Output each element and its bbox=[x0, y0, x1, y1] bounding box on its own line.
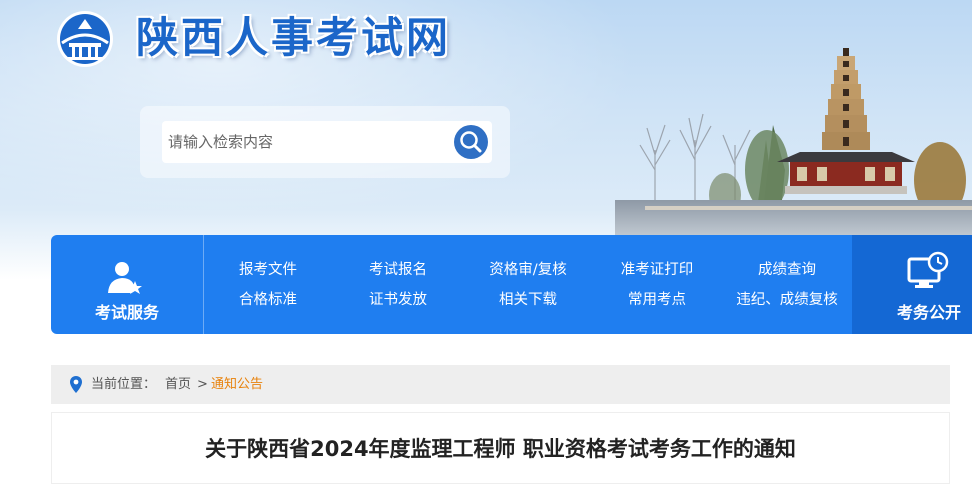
nav-link-violation-score-review[interactable]: 违纪、成绩复核 bbox=[736, 290, 838, 310]
breadcrumb-prefix: 当前位置： bbox=[91, 377, 157, 392]
nav-link-qualification-review[interactable]: 资格审/复核 bbox=[489, 260, 566, 280]
nav-link-certificate-issuance[interactable]: 证书发放 bbox=[369, 290, 427, 310]
nav-link-common-venues[interactable]: 常用考点 bbox=[628, 290, 686, 310]
location-pin-icon bbox=[70, 376, 82, 393]
nav-link-exam-registration[interactable]: 考试报名 bbox=[369, 260, 427, 280]
main-navbar: 考试服务 报考文件 合格标准 考试报名 证书发放 资格审/复核 相关下载 准考证… bbox=[51, 235, 972, 334]
breadcrumb-home-link[interactable]: 首页 bbox=[165, 365, 191, 404]
exam-service-label: 考试服务 bbox=[94, 303, 159, 322]
search-icon bbox=[454, 125, 488, 159]
article-container: 关于陕西省2024年度监理工程师 职业资格考试考务工作的通知 bbox=[51, 412, 950, 484]
pagoda-scenery-image bbox=[615, 48, 972, 240]
breadcrumb: 当前位置： 首页 > 通知公告 bbox=[51, 365, 950, 404]
nav-link-application-docs[interactable]: 报考文件 bbox=[239, 260, 297, 280]
nav-link-passing-standard[interactable]: 合格标准 bbox=[239, 290, 297, 310]
nav-link-downloads[interactable]: 相关下载 bbox=[499, 290, 557, 310]
exam-service-section[interactable]: 考试服务 bbox=[51, 235, 204, 334]
user-service-icon bbox=[108, 262, 142, 294]
breadcrumb-current[interactable]: 通知公告 bbox=[211, 365, 263, 404]
search-input[interactable] bbox=[162, 121, 456, 163]
exam-affairs-public-section[interactable]: 考务公开 bbox=[852, 235, 972, 334]
monitor-clock-icon bbox=[907, 251, 949, 288]
site-title[interactable]: 陕西人事考试网 bbox=[136, 10, 451, 66]
nav-link-admission-ticket[interactable]: 准考证打印 bbox=[621, 260, 694, 280]
exam-affairs-public-label: 考务公开 bbox=[896, 303, 961, 322]
nav-link-score-query[interactable]: 成绩查询 bbox=[758, 260, 816, 280]
search-button[interactable] bbox=[450, 121, 492, 163]
breadcrumb-separator: > bbox=[197, 377, 208, 392]
site-logo-icon[interactable] bbox=[52, 9, 118, 69]
article-title: 关于陕西省2024年度监理工程师 职业资格考试考务工作的通知 bbox=[205, 437, 796, 461]
